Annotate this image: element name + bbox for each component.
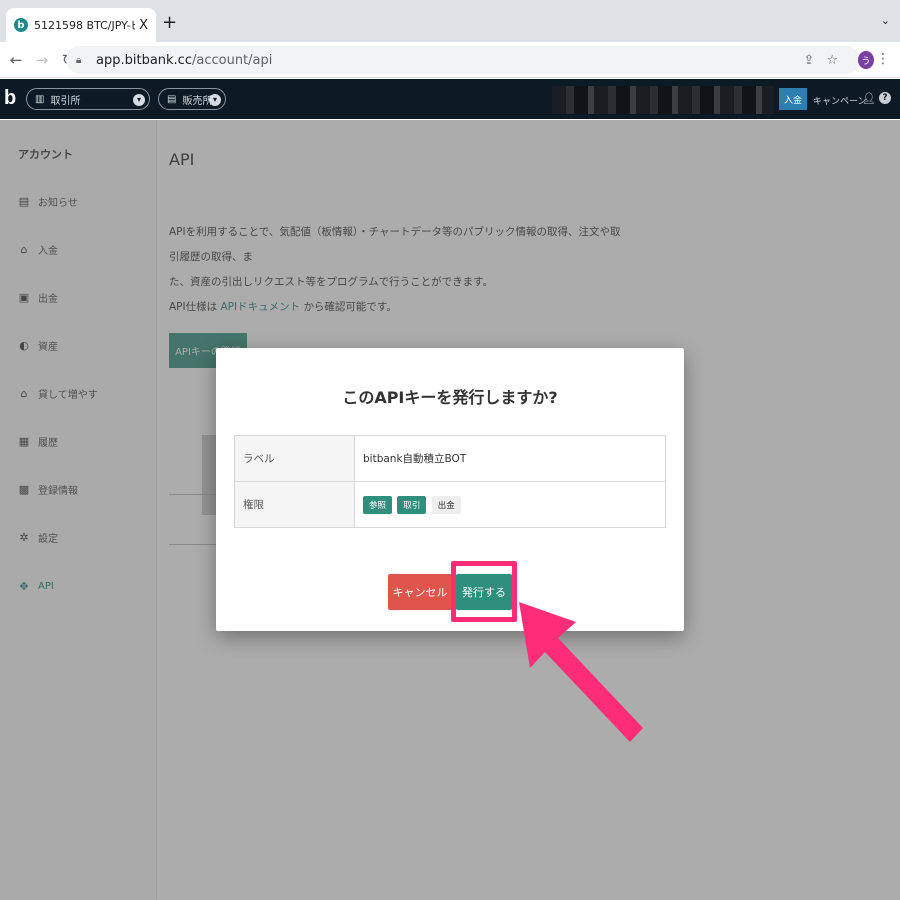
pointer-arrow-icon: [519, 602, 643, 742]
arrow-shape: [519, 602, 643, 742]
